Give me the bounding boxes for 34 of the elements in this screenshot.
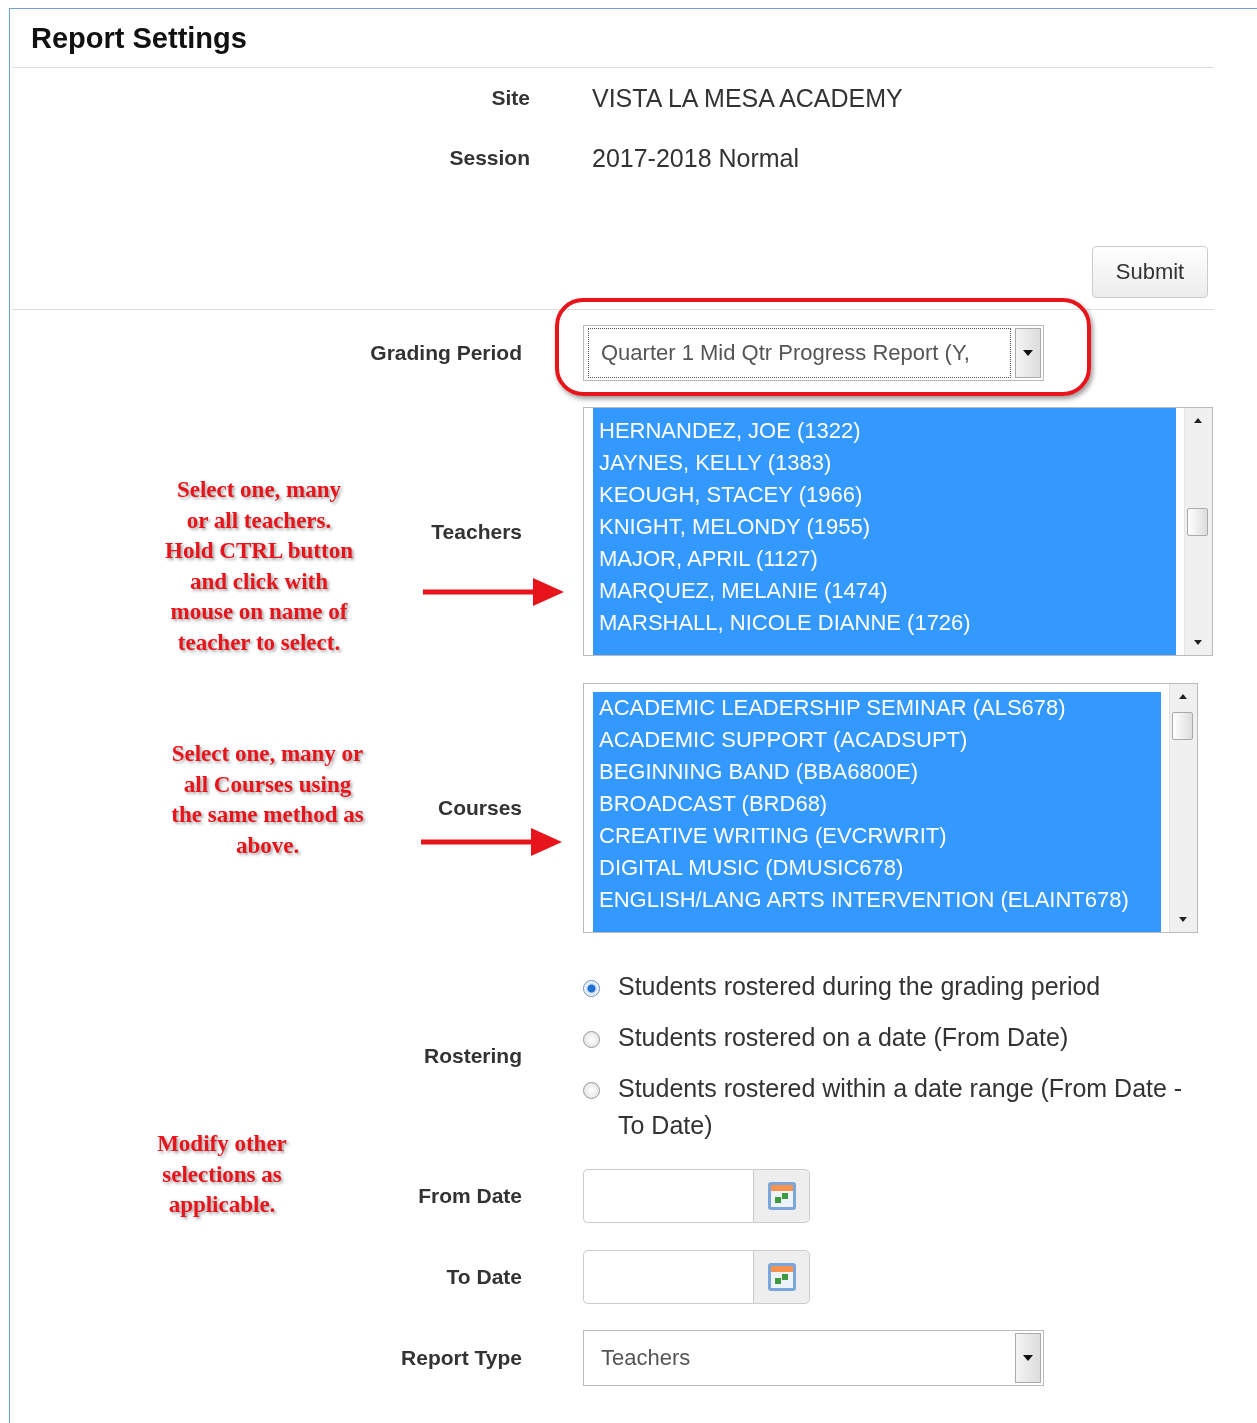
date-field[interactable] (583, 1169, 753, 1223)
field-label: Grading Period (370, 341, 522, 365)
field-label: Rostering (424, 1044, 522, 1068)
report-type-select[interactable]: Teachers (583, 1330, 1044, 1386)
radio-label[interactable]: Students rostered on a date (From Date) (618, 1019, 1069, 1056)
page-title: Report Settings (31, 21, 247, 55)
courses-listbox[interactable] (583, 683, 1198, 933)
field-label: From Date (418, 1184, 522, 1208)
annotation-note: Select one, many or all teachers. Hold CTRL button and click with mouse on name of teacher to select. (164, 476, 354, 657)
calendar-button[interactable] (753, 1250, 810, 1304)
field-label: Courses (437, 796, 522, 820)
calendar-button[interactable] (753, 1169, 810, 1223)
field-label: Report Type (401, 1346, 522, 1370)
calendar-icon (766, 1181, 797, 1211)
scrollbar[interactable] (1169, 684, 1197, 932)
radio-label[interactable]: Students rostered during the grading period (618, 968, 1101, 1005)
radio-label[interactable]: Students rostered within a date range (From Date - To Date) (618, 1070, 1195, 1144)
annotation-note: Modify other selections as applicable. (156, 1130, 288, 1219)
scrollbar[interactable] (1184, 408, 1212, 655)
radio-button[interactable] (583, 1031, 600, 1048)
calendar-icon (766, 1262, 797, 1292)
field-label: Session (449, 146, 530, 170)
field-label: Site (491, 86, 530, 110)
grading-period-select[interactable]: Quarter 1 Mid Qtr Progress Report (Y, (583, 325, 1044, 381)
annotation-note: Select one, many or all Courses using the same method as above. (170, 740, 365, 860)
radio-button[interactable] (583, 980, 600, 997)
teachers-listbox[interactable]: HERNANDEZ, JOE (1322) JAYNES, KELLY (1383) KEOUGH, STACEY (1966) KNIGHT, MELONDY (1955) MAJOR, APRIL (1127) MARQUEZ, MELANIE (1474) MARSHALL, NICOLE DIANNE (1726) (583, 407, 1213, 656)
field-label: Teachers (431, 519, 522, 544)
field-label: To Date (446, 1265, 522, 1289)
submit-button[interactable]: Submit (1092, 246, 1208, 298)
radio-button[interactable] (583, 1082, 600, 1099)
date-field[interactable] (583, 1250, 753, 1304)
field-value: VISTA LA MESA ACADEMY (592, 83, 903, 113)
field-value: 2017-2018 Normal (592, 143, 800, 173)
